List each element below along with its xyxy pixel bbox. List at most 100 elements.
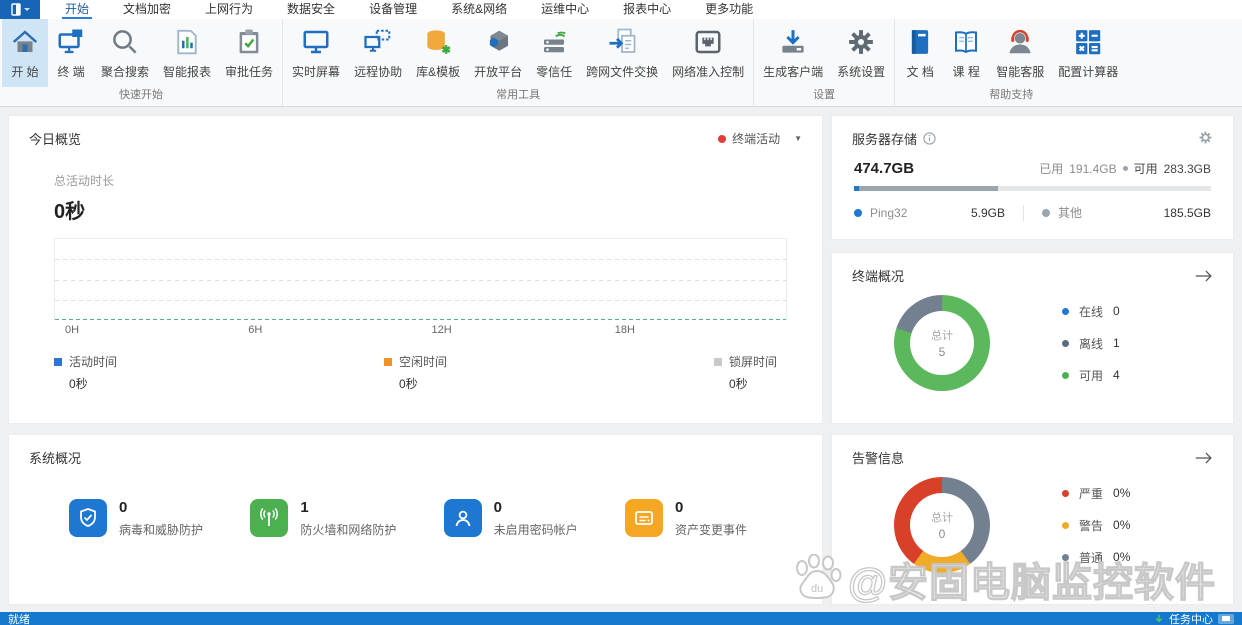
ribbon-item-terminal[interactable]: 终 端 xyxy=(48,19,94,87)
network-port-icon xyxy=(692,26,724,58)
legend-item-idle-time: 空闲时间 0秒 xyxy=(383,353,447,392)
system-item-virus-threat: 0 病毒和威胁防护 xyxy=(69,499,203,538)
gear-icon xyxy=(845,26,877,58)
system-item-value: 1 xyxy=(300,499,309,516)
ribbon-item-label: 配置计算器 xyxy=(1058,65,1119,79)
database-icon xyxy=(422,26,454,58)
ribbon-item-network-access-control[interactable]: 网络准入控制 xyxy=(665,19,751,87)
ribbon-item-aggregate-search[interactable]: 聚合搜索 xyxy=(94,19,156,87)
legend-value: 0 xyxy=(1113,304,1120,318)
ribbon-item-label: 开放平台 xyxy=(474,65,523,79)
server-wifi-icon xyxy=(538,26,570,58)
tab-report-center[interactable]: 报表中心 xyxy=(606,0,688,19)
storage-total: 474.7GB xyxy=(854,160,915,177)
menu-tabs: 开始 文档加密 上网行为 数据安全 设备管理 系统&网络 运维中心 报表中心 更… xyxy=(48,0,770,19)
alert-detail-arrow-icon[interactable] xyxy=(1194,451,1213,465)
ribbon-item-cross-network-file-exchange[interactable]: 跨网文件交换 xyxy=(579,19,665,87)
asset-device-icon xyxy=(624,499,663,537)
chart-legend: 活动时间 0秒 空闲时间 0秒 锁屏时间 0秒 xyxy=(54,353,777,392)
storage-item-other: 其他 185.5GB xyxy=(1042,204,1211,221)
chevron-down-icon xyxy=(23,8,30,11)
ribbon-item-smart-report[interactable]: 智能报表 xyxy=(156,19,218,87)
ribbon-item-realtime-screen[interactable]: 实时屏幕 xyxy=(285,19,347,87)
alert-legend: 严重 0% 警告 0% 普通 0% xyxy=(1062,485,1130,566)
x-tick: 12H xyxy=(431,324,452,336)
panel-title: 今日概览 xyxy=(29,132,82,147)
legend-dot xyxy=(1062,307,1069,315)
ribbon-group-label: 设置 xyxy=(813,89,836,101)
ribbon-item-label: 开 始 xyxy=(11,65,39,79)
storage-settings-gear-icon[interactable] xyxy=(1198,130,1213,148)
panel-terminal-overview: 终端概况 总计 5 在线 0 离线 1 可用 4 xyxy=(831,252,1234,424)
ribbon-item-docs[interactable]: 文 档 xyxy=(897,19,943,87)
system-item-label: 资产变更事件 xyxy=(674,523,747,537)
legend-dot xyxy=(1062,553,1069,561)
dashboard-content: 今日概览 终端活动 ▼ 总活动时长 0秒 0H 6H 12H 18H 活动时间 … xyxy=(0,107,1242,612)
tab-start[interactable]: 开始 xyxy=(48,0,106,19)
ribbon-item-label: 文 档 xyxy=(906,65,934,79)
ribbon-item-label: 库&模板 xyxy=(416,65,461,79)
terminal-legend: 在线 0 离线 1 可用 4 xyxy=(1062,303,1120,384)
tab-internet-behavior[interactable]: 上网行为 xyxy=(188,0,270,19)
home-icon xyxy=(9,26,41,58)
download-client-icon xyxy=(777,26,809,58)
tab-data-security[interactable]: 数据安全 xyxy=(270,0,352,19)
screen-monitor-icon xyxy=(300,26,332,58)
app-menu-button[interactable] xyxy=(0,0,40,19)
ribbon-item-start[interactable]: 开 始 xyxy=(2,19,48,87)
info-icon[interactable] xyxy=(923,132,936,145)
remote-monitors-icon xyxy=(362,26,394,58)
terminal-detail-arrow-icon[interactable] xyxy=(1194,269,1213,283)
ribbon-item-config-calculator[interactable]: 配置计算器 xyxy=(1051,19,1125,87)
ribbon-item-library-templates[interactable]: 库&模板 xyxy=(409,19,467,87)
tab-system-network[interactable]: 系统&网络 xyxy=(434,0,524,19)
ribbon-group-quick-start: 开 始 终 端 聚合搜索 智能报表 审批任务 快速开始 xyxy=(0,19,284,106)
open-book-icon xyxy=(950,26,982,58)
ribbon-item-generate-client[interactable]: 生成客户端 xyxy=(756,19,830,87)
used-value: 191.4GB xyxy=(1069,161,1117,176)
item-label: Ping32 xyxy=(870,205,908,220)
ribbon-item-label: 课 程 xyxy=(952,65,980,79)
legend-label: 锁屏时间 xyxy=(728,355,777,369)
donut-center-label: 总计 xyxy=(931,330,953,342)
tab-document-encryption[interactable]: 文档加密 xyxy=(106,0,188,19)
task-center-link[interactable]: 任务中心 xyxy=(1169,611,1213,625)
panel-today-overview: 今日概览 终端活动 ▼ 总活动时长 0秒 0H 6H 12H 18H 活动时间 … xyxy=(8,115,823,424)
legend-swatch xyxy=(383,357,392,366)
ribbon-item-approval-tasks[interactable]: 审批任务 xyxy=(218,19,280,87)
tab-device-management[interactable]: 设备管理 xyxy=(352,0,434,19)
legend-item-normal: 普通 0% xyxy=(1062,549,1130,566)
legend-value: 0秒 xyxy=(398,377,418,391)
panel-title: 告警信息 xyxy=(852,451,905,466)
item-label: 其他 xyxy=(1058,206,1083,220)
system-item-no-password-account: 0 未启用密码帐户 xyxy=(443,499,578,538)
legend-value: 0% xyxy=(1113,518,1131,532)
legend-value: 4 xyxy=(1113,368,1120,382)
legend-value: 0% xyxy=(1113,486,1131,500)
total-activity-value: 0秒 xyxy=(54,201,86,223)
ribbon-group-common-tools: 实时屏幕 远程协助 库&模板 开放平台 零信任 跨网文件交换 网络准入控制 常用… xyxy=(283,19,755,106)
filter-label: 终端活动 xyxy=(732,132,781,146)
item-value: 5.9GB xyxy=(970,205,1005,220)
panel-system-overview: 系统概况 0 病毒和威胁防护 1 防火墙和网络防护 0 未启用密码帐户 0 资产… xyxy=(8,434,823,605)
ribbon-item-smart-support[interactable]: 智能客服 xyxy=(989,19,1051,87)
file-exchange-icon xyxy=(606,26,638,58)
system-item-value: 0 xyxy=(674,499,684,516)
ribbon-item-remote-assist[interactable]: 远程协助 xyxy=(347,19,409,87)
legend-dot xyxy=(1062,521,1069,529)
ribbon-item-open-platform[interactable]: 开放平台 xyxy=(467,19,529,87)
taskbar-window-icon[interactable] xyxy=(1218,613,1234,624)
ribbon-item-system-settings[interactable]: 系统设置 xyxy=(830,19,892,87)
panel-alert-info: 告警信息 总计 0 严重 0% 警告 0% 普通 0% xyxy=(831,434,1234,605)
ribbon-item-zero-trust[interactable]: 零信任 xyxy=(529,19,579,87)
terminal-activity-dropdown[interactable]: 终端活动 ▼ xyxy=(718,130,802,147)
chart-x-axis: 0H 6H 12H 18H xyxy=(54,324,787,339)
tab-more-features[interactable]: 更多功能 xyxy=(688,0,770,19)
ribbon-toolbar: 开 始 终 端 聚合搜索 智能报表 审批任务 快速开始 实时屏幕 远程协助 库&… xyxy=(0,19,1242,107)
tab-ops-center[interactable]: 运维中心 xyxy=(524,0,606,19)
ribbon-item-courses[interactable]: 课 程 xyxy=(943,19,989,87)
ribbon-item-label: 智能报表 xyxy=(163,65,212,79)
item-value: 185.5GB xyxy=(1163,205,1211,220)
system-item-label: 防火墙和网络防护 xyxy=(300,523,397,537)
legend-value: 0秒 xyxy=(69,377,88,391)
